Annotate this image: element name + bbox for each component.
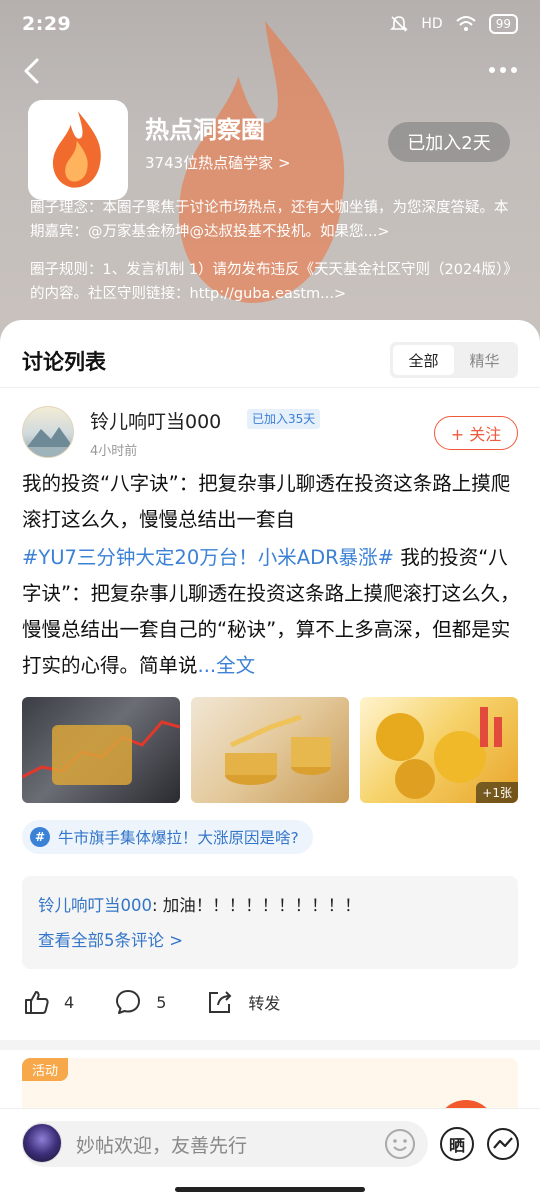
comment-preview[interactable]: 铃儿响叮当000: 加油！！！！！！！！！！ 查看全部5条评论 >	[22, 876, 518, 969]
circle-rules[interactable]: 圈子规则：1、发言机制 1）请勿发布违反《天天基金社区守则（2024版）》的内容…	[30, 258, 520, 306]
signal-hd-icon: HD	[421, 16, 443, 32]
post-body[interactable]: #YU7三分钟大定20万台！小米ADR暴涨# 我的投资“八字诀”：把复杂事儿聊透…	[22, 540, 522, 684]
more-options-icon[interactable]	[486, 58, 520, 82]
mute-bell-icon	[390, 16, 409, 32]
circle-name: 热点洞察圈	[145, 116, 265, 144]
coins-growth-image	[225, 714, 331, 785]
emoji-icon[interactable]	[383, 1127, 417, 1161]
joined-days-badge: 已加入35天	[247, 409, 321, 429]
bottom-bar: 妙帖欢迎，友善先行 晒	[0, 1108, 540, 1200]
more-images-count: +1张	[476, 782, 518, 803]
hashtag-icon: #	[30, 827, 50, 847]
discussion-tabs: 全部 精华	[390, 342, 518, 378]
circle-header: 2:29 HD 99 热点洞察圈 3743位热点磕学家 > 已加入2天 圈子理念…	[0, 0, 540, 345]
forward-button[interactable]: 转发	[206, 988, 280, 1016]
read-more-link[interactable]: ...全文	[198, 654, 256, 677]
forward-label: 转发	[248, 994, 281, 1013]
circle-concept[interactable]: 圈子理念：本圈子聚焦于讨论市场热点，还有大咖坐镇，为您深度答疑。本期嘉宾：@万家…	[30, 196, 520, 244]
back-arrow-icon[interactable]	[18, 56, 48, 86]
like-count: 4	[64, 992, 75, 1012]
status-bar: 2:29 HD 99	[0, 0, 540, 48]
comment-text: : 加油！！！！！！！！！！	[152, 896, 361, 915]
circle-logo	[28, 100, 128, 200]
trend-icon[interactable]	[486, 1127, 520, 1161]
wifi-icon	[456, 16, 476, 31]
comment-button[interactable]: 5	[114, 988, 166, 1016]
comment-line: 铃儿响叮当000: 加油！！！！！！！！！！	[38, 894, 502, 918]
comment-count: 5	[156, 992, 167, 1012]
comment-author[interactable]: 铃儿响叮当000	[38, 896, 152, 915]
topic-chip[interactable]: # 牛市旗手集体爆拉！大涨原因是啥?	[22, 820, 313, 854]
divider	[0, 387, 540, 388]
post-time: 4小时前	[90, 444, 138, 459]
post-image-1[interactable]	[22, 697, 180, 803]
mountain-avatar-icon	[23, 427, 73, 457]
activity-tag: 活动	[22, 1058, 69, 1081]
post-title[interactable]: 我的投资“八字诀”：把复杂事儿聊透在投资这条路上摸爬滚打这么久，慢慢总结出一套自	[22, 466, 522, 538]
follow-button[interactable]: + 关注	[434, 416, 518, 450]
view-all-comments-link[interactable]: 查看全部5条评论 >	[38, 927, 502, 951]
show-off-button[interactable]: 晒	[440, 1127, 474, 1161]
tab-all[interactable]: 全部	[393, 345, 454, 375]
tab-featured[interactable]: 精华	[454, 345, 515, 375]
section-separator	[0, 1040, 540, 1050]
status-time: 2:29	[22, 13, 72, 35]
like-button[interactable]: 4	[22, 988, 74, 1016]
nav-bar	[0, 52, 540, 92]
circle-members-link[interactable]: 3743位热点磕学家 >	[145, 152, 291, 173]
post-actions: 4 5 转发	[22, 984, 522, 1020]
thumbs-up-icon	[25, 991, 49, 1014]
comment-input[interactable]: 妙帖欢迎，友善先行	[22, 1121, 428, 1167]
topic-chip-label: 牛市旗手集体爆拉！大涨原因是啥?	[58, 829, 299, 847]
author-avatar[interactable]	[22, 406, 74, 458]
discussion-title: 讨论列表	[22, 350, 106, 374]
topic-hashtag[interactable]: #YU7三分钟大定20万台！小米ADR暴涨#	[22, 546, 394, 569]
home-indicator	[175, 1187, 365, 1192]
my-avatar	[22, 1123, 62, 1163]
discussion-panel: 讨论列表 全部 精华 铃儿响叮当000 已加入35天 4小时前 + 关注 我的投…	[0, 320, 540, 1200]
share-arrow-icon	[209, 991, 232, 1013]
post-images: +1张	[22, 697, 518, 803]
post-image-2[interactable]	[191, 697, 349, 803]
flame-logo-icon	[52, 111, 101, 188]
fund-chart-image	[22, 720, 180, 785]
comment-bubble-icon	[116, 990, 141, 1014]
battery-icon: 99	[488, 14, 518, 34]
author-name[interactable]: 铃儿响叮当000	[90, 407, 221, 434]
joined-button[interactable]: 已加入2天	[388, 122, 510, 162]
status-icons: HD 99	[389, 14, 518, 34]
post-image-3[interactable]: +1张	[360, 697, 518, 803]
